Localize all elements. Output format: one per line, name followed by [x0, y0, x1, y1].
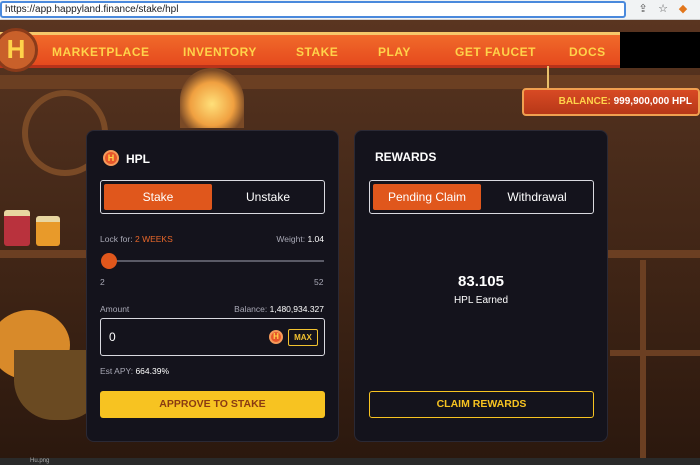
amount-input-value: 0 — [109, 330, 116, 344]
nav-marketplace[interactable]: MARKETPLACE — [52, 45, 150, 59]
shelf-beam — [0, 250, 86, 258]
weight-label: Weight: — [276, 234, 306, 244]
balance-display: BALANCE: 999,900,000 HPL — [559, 96, 692, 107]
rewards-card-title: REWARDS — [375, 150, 437, 164]
address-bar[interactable]: https://app.happyland.finance/stake/hpl — [0, 1, 626, 18]
token-balance-display: Balance: 1,480,934.327 — [234, 304, 324, 314]
balance-value: 999,900,000 HPL — [613, 96, 692, 107]
nav-get-faucet[interactable]: GET FAUCET — [455, 45, 536, 59]
jam-jar-decoration — [4, 210, 30, 246]
sign-rope — [547, 66, 549, 90]
lock-duration-slider-thumb[interactable] — [101, 253, 117, 269]
weight-display: Weight: 1.04 — [276, 234, 324, 244]
amount-label: Amount — [100, 304, 130, 314]
nav-stake[interactable]: STAKE — [296, 45, 338, 59]
nav-docs[interactable]: DOCS — [569, 45, 606, 59]
tab-unstake[interactable]: Unstake — [214, 184, 322, 210]
hpl-input-token-icon: H — [269, 330, 283, 344]
nav-play[interactable]: PLAY — [378, 45, 411, 59]
extension-fox-icon[interactable]: ◆ — [676, 2, 690, 16]
lock-duration-label: Lock for: 2 WEEKS — [100, 234, 173, 244]
honey-jar-decoration — [36, 216, 60, 246]
est-apy-value: 664.39% — [135, 366, 170, 376]
tab-withdrawal[interactable]: Withdrawal — [483, 184, 591, 210]
lock-label-text: Lock for: — [100, 234, 133, 244]
claim-rewards-button[interactable]: CLAIM REWARDS — [369, 391, 594, 418]
download-file-name[interactable]: Hu.png — [30, 458, 49, 464]
tab-pending-claim[interactable]: Pending Claim — [373, 184, 481, 210]
slider-max-label: 52 — [314, 277, 324, 287]
approve-to-stake-button[interactable]: APPROVE TO STAKE — [100, 391, 325, 418]
post-decoration — [640, 260, 646, 458]
address-bar-url: https://app.happyland.finance/stake/hpl — [5, 4, 179, 15]
amount-input[interactable]: 0 H MAX — [100, 318, 325, 356]
earned-label: HPL Earned — [453, 295, 509, 306]
balance-sign: BALANCE: 999,900,000 HPL — [522, 88, 700, 116]
tab-stake[interactable]: Stake — [104, 184, 212, 210]
lock-duration-slider-track[interactable] — [106, 260, 324, 262]
balance-label: BALANCE: — [558, 96, 611, 107]
roof-beam — [0, 75, 700, 89]
earned-amount: 83.105 — [458, 273, 504, 290]
weight-value: 1.04 — [307, 234, 324, 244]
main-navigation: MARKETPLACE INVENTORY STAKE PLAY GET FAU… — [0, 32, 620, 68]
fence-decoration — [610, 350, 700, 356]
download-bar — [0, 458, 700, 465]
slider-min-label: 2 — [100, 277, 105, 287]
pending-withdrawal-toggle: Pending Claim Withdrawal — [369, 180, 594, 214]
lock-duration-value: 2 WEEKS — [134, 234, 173, 244]
share-icon[interactable]: ⇪ — [636, 2, 650, 16]
stake-card-title: HPL — [126, 152, 150, 166]
est-apy-label: Est APY: — [100, 366, 134, 376]
max-button[interactable]: MAX — [288, 329, 318, 346]
hpl-token-icon: H — [103, 150, 119, 166]
token-balance-value: 1,480,934.327 — [269, 304, 324, 314]
nav-inventory[interactable]: INVENTORY — [183, 45, 257, 59]
star-icon[interactable]: ☆ — [656, 2, 670, 16]
token-balance-label: Balance: — [234, 304, 268, 314]
window-decoration — [180, 68, 244, 128]
shelf-beam-right — [608, 250, 700, 258]
redacted-wallet-area — [620, 32, 700, 68]
stake-unstake-toggle: Stake Unstake — [100, 180, 325, 214]
browser-toolbar: https://app.happyland.finance/stake/hpl … — [0, 0, 700, 20]
est-apy-display: Est APY: 664.39% — [100, 366, 169, 376]
